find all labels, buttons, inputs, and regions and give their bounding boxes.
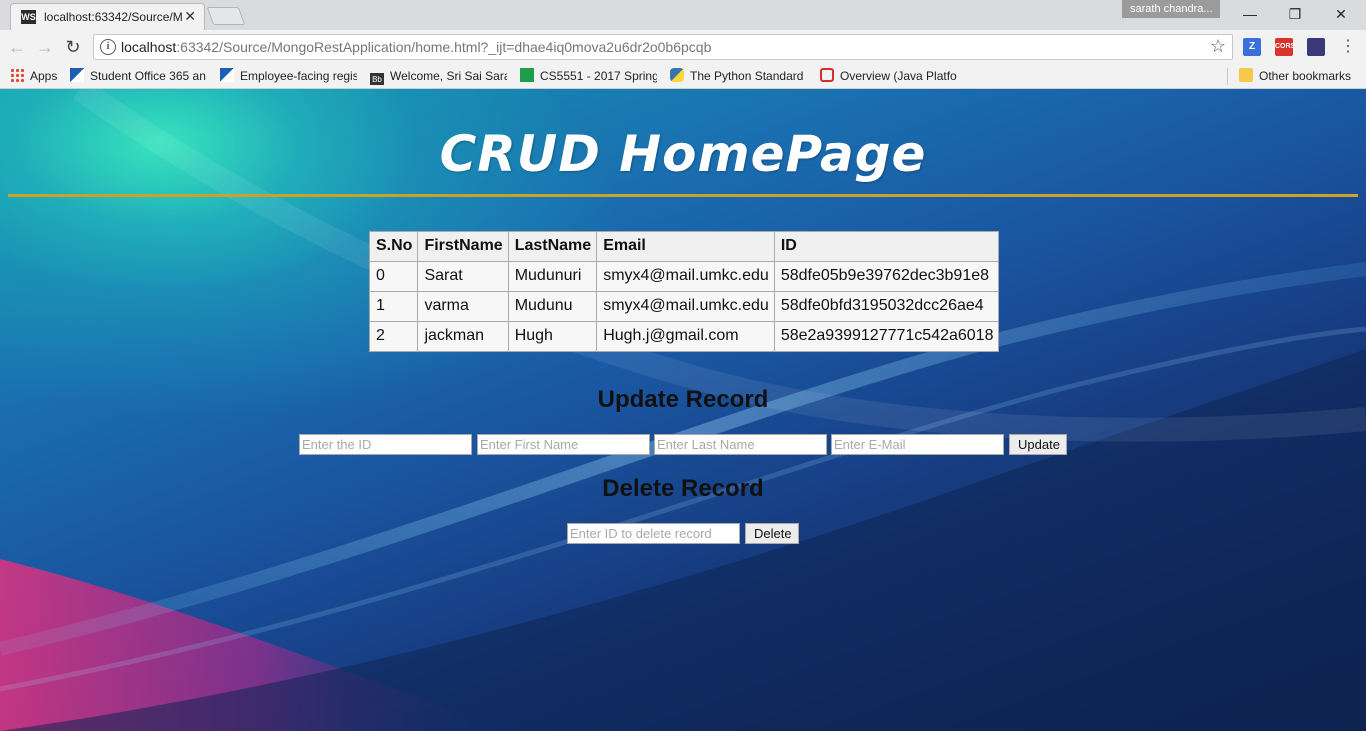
update-button[interactable]: Update	[1009, 434, 1067, 455]
table-row: 1 varma Mudunu smyx4@mail.umkc.edu 58dfe…	[368, 291, 1000, 322]
bookmark-java-overview[interactable]: Overview (Java Platfor	[820, 67, 957, 85]
delete-button[interactable]: Delete	[745, 523, 799, 544]
records-table: S.No FirstName LastName Email ID 0 Sarat…	[368, 231, 1000, 352]
minimize-icon[interactable]: —	[1235, 4, 1265, 24]
umkc-bookmark-icon	[70, 68, 84, 82]
cell-id: 58e2a9399127771c542a6018	[773, 321, 1000, 352]
bookmark-apps[interactable]: Apps	[10, 67, 70, 85]
update-id-input[interactable]	[299, 434, 472, 455]
cell-firstname: varma	[417, 291, 509, 322]
webstorm-favicon-icon: WS	[21, 10, 36, 24]
url-host: localhost	[121, 39, 177, 55]
tab-close-icon[interactable]: ✕	[184, 8, 196, 25]
folder-icon	[1239, 68, 1253, 82]
chrome-menu-icon[interactable]: ⋮	[1340, 38, 1356, 56]
back-arrow-icon[interactable]: ←	[6, 36, 28, 58]
new-tab-button[interactable]	[206, 7, 246, 25]
bookmarks-bar: Apps Student Office 365 an Employee-faci…	[0, 64, 1366, 89]
page-title: CRUD HomePage	[439, 125, 927, 183]
header-id: ID	[773, 231, 1000, 262]
browser-tab-active[interactable]: WS localhost:63342/Source/M ✕	[10, 3, 205, 30]
blackboard-icon: Bb	[370, 73, 384, 85]
sheets-icon	[520, 68, 534, 82]
tab-title: localhost:63342/Source/M	[44, 10, 183, 24]
page-viewport: CRUD HomePage S.No FirstName LastName Em…	[0, 89, 1366, 731]
oracle-icon	[820, 68, 834, 82]
header-email: Email	[596, 231, 775, 262]
table-header-row: S.No FirstName LastName Email ID	[368, 231, 1000, 262]
cell-firstname: Sarat	[417, 261, 509, 292]
bookmark-star-icon[interactable]: ☆	[1210, 36, 1226, 57]
update-firstname-input[interactable]	[477, 434, 650, 455]
table-row: 2 jackman Hugh Hugh.j@gmail.com 58e2a939…	[368, 321, 1000, 352]
cell-id: 58dfe0bfd3195032dcc26ae4	[773, 291, 1000, 322]
restore-icon[interactable]: ❐	[1280, 4, 1310, 24]
delete-id-input[interactable]	[567, 523, 740, 544]
cell-email: smyx4@mail.umkc.edu	[596, 291, 775, 322]
update-lastname-input[interactable]	[654, 434, 827, 455]
cell-sno: 2	[368, 321, 419, 352]
bookmark-student-office[interactable]: Student Office 365 an	[70, 67, 207, 85]
cell-lastname: Hugh	[507, 321, 598, 352]
cors-extension-icon[interactable]: CORS	[1275, 38, 1295, 56]
url-text[interactable]: localhost:63342/Source/MongoRestApplicat…	[121, 39, 711, 55]
bookmarks-separator	[1227, 68, 1228, 85]
bookmark-python[interactable]: The Python Standard L	[670, 67, 807, 85]
forward-arrow-icon[interactable]: →	[34, 36, 56, 58]
browser-toolbar: ← → ↻ i localhost:63342/Source/MongoRest…	[0, 30, 1366, 64]
cell-email: smyx4@mail.umkc.edu	[596, 261, 775, 292]
cell-lastname: Mudunu	[507, 291, 598, 322]
zotero-extension-icon[interactable]: Z	[1243, 38, 1261, 56]
site-info-icon[interactable]: i	[100, 39, 116, 55]
url-path: :63342/Source/MongoRestApplication/home.…	[176, 39, 712, 55]
update-email-input[interactable]	[831, 434, 1004, 455]
header-sno: S.No	[368, 231, 419, 262]
table-row: 0 Sarat Mudunuri smyx4@mail.umkc.edu 58d…	[368, 261, 1000, 292]
cell-lastname: Mudunuri	[507, 261, 598, 292]
header-firstname: FirstName	[417, 231, 509, 262]
bookmark-other[interactable]: Other bookmarks	[1239, 67, 1364, 85]
bookmark-cs5551[interactable]: CS5551 - 2017 Spring	[520, 67, 657, 85]
cell-sno: 1	[368, 291, 419, 322]
update-record-heading: Update Record	[597, 386, 769, 413]
cell-sno: 0	[368, 261, 419, 292]
bookmark-blackboard[interactable]: Bb Welcome, Sri Sai Sarat	[370, 67, 507, 85]
cell-email: Hugh.j@gmail.com	[596, 321, 775, 352]
cell-id: 58dfe05b9e39762dec3b91e8	[773, 261, 1000, 292]
profile-badge[interactable]: sarath chandra...	[1122, 0, 1220, 18]
reload-icon[interactable]: ↻	[62, 36, 84, 58]
cell-firstname: jackman	[417, 321, 509, 352]
address-bar[interactable]: i localhost:63342/Source/MongoRestApplic…	[93, 34, 1233, 60]
python-icon	[670, 68, 684, 82]
umkc-bookmark-icon	[220, 68, 234, 82]
title-divider	[8, 194, 1358, 197]
apps-grid-icon	[10, 68, 24, 82]
bookmark-employee-facing[interactable]: Employee-facing regis	[220, 67, 357, 85]
header-lastname: LastName	[507, 231, 598, 262]
tab-strip: WS localhost:63342/Source/M ✕ sarath cha…	[0, 0, 1366, 30]
close-window-icon[interactable]: ✕	[1326, 4, 1356, 24]
extension-icon[interactable]	[1307, 38, 1325, 56]
delete-record-heading: Delete Record	[602, 475, 764, 502]
